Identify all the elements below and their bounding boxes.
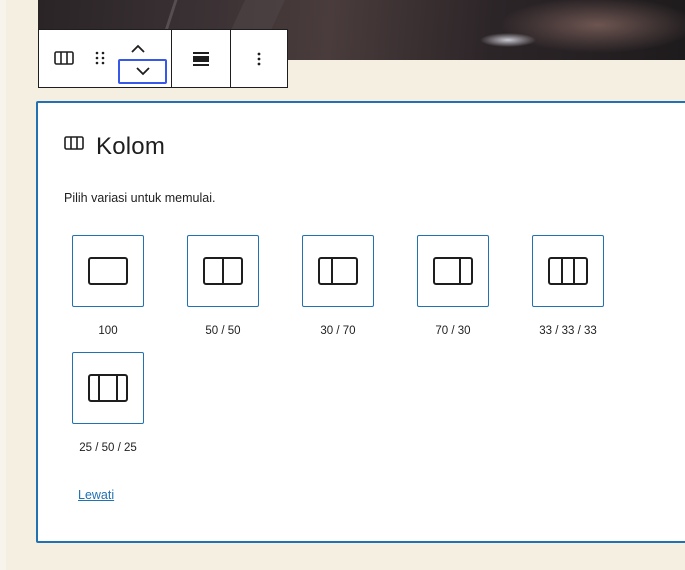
block-toolbar <box>38 29 288 88</box>
toolbar-group-more <box>231 30 287 87</box>
variation-70-30: 70 / 30 <box>408 235 498 337</box>
variation-button-50-50[interactable] <box>187 235 259 307</box>
variation-25-50-25: 25 / 50 / 25 <box>63 352 153 454</box>
block-type-button[interactable] <box>53 47 75 69</box>
two-columns-30-70-icon <box>318 257 358 285</box>
variation-button-100[interactable] <box>72 235 144 307</box>
variation-button-30-70[interactable] <box>302 235 374 307</box>
variation-50-50: 50 / 50 <box>178 235 268 337</box>
three-columns-equal-icon <box>548 257 588 285</box>
variation-label: 25 / 50 / 25 <box>79 442 137 454</box>
variation-33-33-33: 33 / 33 / 33 <box>523 235 613 337</box>
toolbar-group-block <box>39 30 172 87</box>
variation-button-25-50-25[interactable] <box>72 352 144 424</box>
two-columns-70-30-icon <box>433 257 473 285</box>
move-down-button[interactable] <box>118 59 167 84</box>
align-button[interactable] <box>187 45 215 73</box>
variation-label: 33 / 33 / 33 <box>539 325 597 337</box>
skip-link[interactable]: Lewati <box>78 488 114 502</box>
columns-icon <box>54 51 74 65</box>
three-columns-wide-center-icon <box>88 374 128 402</box>
variation-button-70-30[interactable] <box>417 235 489 307</box>
options-button[interactable] <box>245 45 273 73</box>
variation-100: 100 <box>63 235 153 337</box>
toolbar-group-align <box>172 30 231 87</box>
placeholder-instructions: Pilih variasi untuk memulai. <box>64 191 216 205</box>
variation-button-33-33-33[interactable] <box>532 235 604 307</box>
two-columns-50-50-icon <box>203 257 243 285</box>
drag-handle-button[interactable] <box>89 47 111 69</box>
placeholder-title: Kolom <box>96 133 166 160</box>
more-vertical-icon <box>257 52 261 65</box>
placeholder-header: Kolom <box>64 133 165 161</box>
variation-label: 50 / 50 <box>205 325 241 337</box>
align-icon <box>193 51 209 66</box>
variation-label: 100 <box>98 325 118 337</box>
drag-handle-icon <box>95 51 105 65</box>
chevron-down-icon <box>135 67 150 76</box>
variation-label: 70 / 30 <box>435 325 471 337</box>
chevron-up-icon <box>131 44 145 53</box>
variation-30-70: 30 / 70 <box>293 235 383 337</box>
one-column-icon <box>88 257 128 285</box>
columns-placeholder: Kolom Pilih variasi untuk memulai. 100 5… <box>36 101 685 543</box>
variation-label: 30 / 70 <box>320 325 356 337</box>
move-up-button[interactable] <box>127 38 149 58</box>
columns-icon <box>64 136 86 158</box>
